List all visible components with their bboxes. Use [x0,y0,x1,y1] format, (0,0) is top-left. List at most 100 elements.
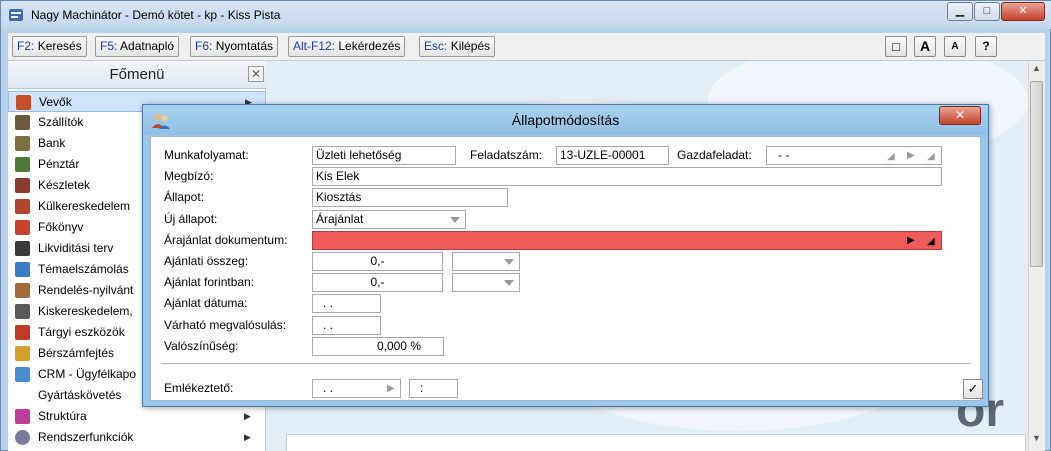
client-field[interactable]: Kis Elek [312,167,942,186]
main-menu-title: Főmenü [8,61,266,89]
workflow-field[interactable]: Üzleti lehetőség [312,146,456,165]
query-button[interactable]: Alt-F12: Lekérdezés [288,36,406,57]
print-label: Nyomtatás [215,39,274,53]
probability-label: Valószínűség: [164,339,239,353]
expected-realization-label: Várható megvalósulás: [164,318,287,332]
client-label: Megbízó: [164,169,214,183]
task-number-label: Feladatszám: [470,148,543,162]
ok-checkmark-button[interactable]: ✓ [963,379,983,399]
offer-huf-label: Ajánlat forintban: [164,275,255,289]
crm-icon [15,367,30,382]
print-button[interactable]: F6: Nyomtatás [190,36,279,57]
offer-huf-field[interactable]: 0,- [312,273,443,292]
window-title: Nagy Machinátor - Demó kötet - kp - Kiss… [31,8,281,22]
sidebar-item-label: Bank [38,136,66,150]
play-right-icon: ▶ [387,383,395,394]
sidebar-item-label: Rendszerfunkciók [38,430,134,444]
parent-task-label: Gazdafeladat: [677,148,752,162]
play-right-icon: ▶ [907,235,915,246]
sidebar-item-struktura[interactable]: Struktúra ▶ [8,406,266,427]
system-gears-icon [15,430,30,445]
sidebar-item-label: Kiskereskedelem, [38,304,133,318]
quote-document-field[interactable]: ▶ ◢ [312,231,942,250]
corner-triangle-icon: ◢ [927,236,935,247]
chevron-right-icon: ▶ [244,411,251,421]
status-field[interactable]: Kiosztás [312,188,508,207]
suppliers-icon [15,115,30,130]
close-icon[interactable]: ✕ [248,66,264,82]
font-larger-button[interactable]: A [914,36,936,57]
reminder-label: Emlékeztető: [164,381,234,395]
foreign-trade-icon [15,199,30,214]
close-button[interactable]: ✕ [1001,2,1045,21]
topic-accounting-icon [15,262,30,277]
sidebar-item-label: Bérszámfejtés [38,346,115,360]
sidebar-item-label: Vevők [39,95,72,109]
dialog-close-button[interactable]: ✕ [939,106,981,125]
search-key: F2: [17,39,35,53]
quote-document-label: Árajánlat dokumentum: [164,233,288,247]
reminder-date-field[interactable]: . . ▶ [312,379,401,398]
sidebar-item-label: Készletek [38,178,91,192]
exit-button[interactable]: Esc: Kilépés [419,36,496,57]
currency-select[interactable] [452,252,520,271]
sidebar-item-label: Struktúra [38,409,87,423]
exit-label: Kilépés [450,39,491,53]
sidebar-item-label: Témaelszámolás [38,262,129,276]
search-label: Keresés [37,39,82,53]
maximize-button[interactable]: □ [974,2,1000,21]
corner-triangle-icon: ◢ [927,151,935,162]
new-status-select[interactable]: Árajánlat [312,210,466,229]
structure-cube-icon [15,409,30,424]
customers-icon [16,95,31,110]
probability-field[interactable]: 0,000 % [312,337,444,356]
sidebar-item-label: Külkereskedelem [38,199,131,213]
fixed-assets-icon [15,325,30,340]
status-change-dialog: Állapotmódosítás ✕ Munkafolyamat: Üzleti… [142,104,989,407]
parent-task-field[interactable]: - - ◢ ▶ ◢ [766,146,942,165]
main-window: Nagy Machinátor - Demó kötet - kp - Kiss… [0,0,1051,451]
payroll-icon [15,346,30,361]
play-right-icon: ▶ [907,150,915,161]
dialog-title: Állapotmódosítás [511,112,620,128]
log-button[interactable]: F5: Adatnapló [95,36,180,57]
search-button[interactable]: F2: Keresés [12,36,87,57]
dialog-titlebar[interactable]: Állapotmódosítás ✕ [143,105,988,135]
huf-currency-select[interactable] [452,273,520,292]
liquidity-plan-icon [15,241,30,256]
expected-realization-field[interactable]: . . [312,316,381,335]
retail-register-icon [15,304,30,319]
font-smaller-button[interactable]: A [944,36,966,57]
sidebar-item-rendszerfunkciok[interactable]: Rendszerfunkciók ▶ [8,427,266,448]
chevron-down-icon [504,259,514,265]
log-key: F5: [100,39,118,53]
window-titlebar[interactable]: Nagy Machinátor - Demó kötet - kp - Kiss… [1,1,1051,29]
minimize-button[interactable]: ▁ [947,2,973,21]
query-key: Alt-F12: [293,39,336,53]
sidebar-item-label: CRM - Ügyfélkapo [38,367,137,381]
window-mode-button[interactable]: □ [885,36,907,57]
reminder-date-value: . . [323,381,334,395]
sidebar-item-label: Tárgyi eszközök [38,325,125,339]
offer-amount-field[interactable]: 0,- [312,252,443,271]
help-button[interactable]: ? [975,36,997,57]
sidebar-item-label: Szállítók [38,115,84,129]
offer-date-field[interactable]: . . [312,294,381,313]
new-status-value: Árajánlat [316,212,364,226]
offer-date-label: Ajánlat dátuma: [164,296,248,310]
scrollbar-thumb[interactable] [1030,81,1043,267]
task-number-field[interactable]: 13-UZLE-00001 [556,146,669,165]
workspace-panel [286,434,1026,451]
order-package-icon [15,283,30,298]
reminder-time-field[interactable]: : [409,379,458,398]
cash-register-icon [15,157,30,172]
scroll-down-icon[interactable]: ▼ [1028,433,1045,447]
sidebar-item-label: Pénztár [38,157,80,171]
dialog-form: Munkafolyamat: Üzleti lehetőség Feladats… [150,136,983,401]
scroll-up-icon[interactable]: ▲ [1028,63,1045,77]
bank-icon [15,136,30,151]
inventory-icon [15,178,30,193]
print-key: F6: [195,39,213,53]
chevron-down-icon [504,280,514,286]
exit-key: Esc: [424,39,448,53]
